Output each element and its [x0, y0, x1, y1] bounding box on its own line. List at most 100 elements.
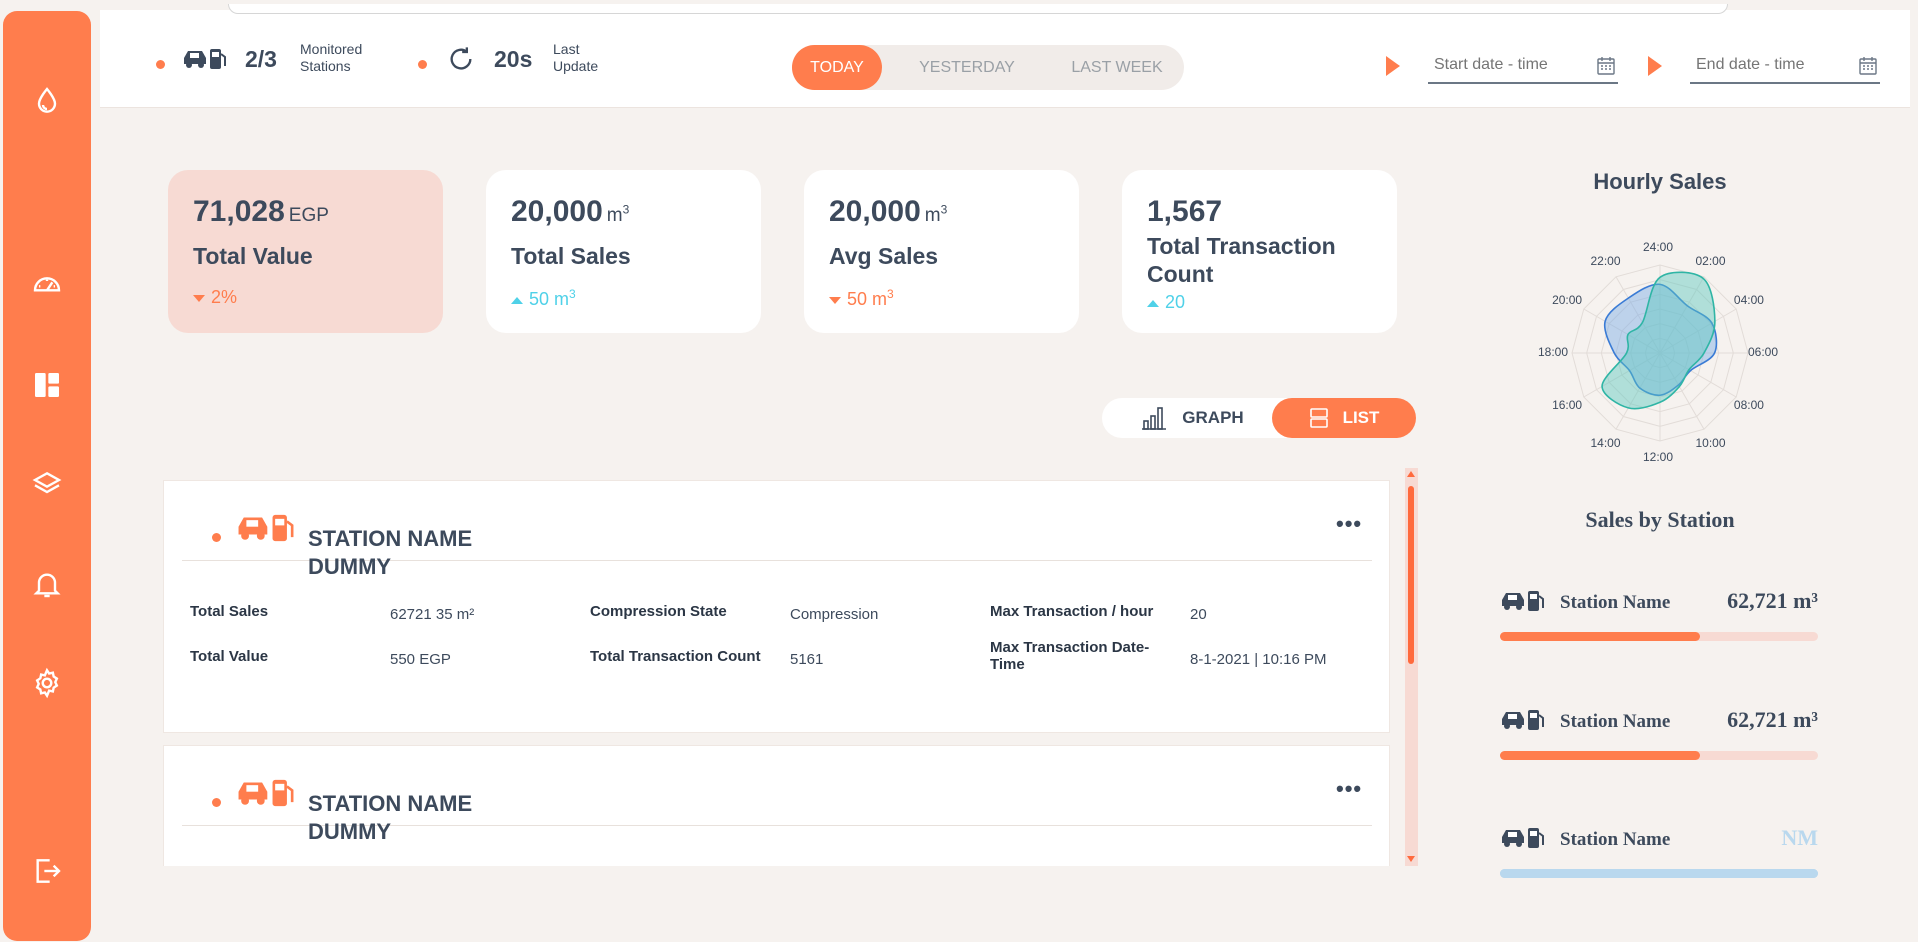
search-bar[interactable] — [228, 4, 1728, 14]
field-value: 62721 35 m² — [390, 606, 475, 623]
field-label: Max Transaction Date-Time — [990, 639, 1150, 673]
kpi-delta: 50 m3 — [829, 287, 894, 310]
status-dot — [212, 533, 221, 542]
field-value: 8-1-2021 | 10:16 PM — [1190, 651, 1327, 668]
radar-axis-label: 22:00 — [1590, 254, 1621, 269]
car-fuel-icon — [1502, 591, 1544, 611]
kpi-label: Total Transaction Count — [1147, 233, 1336, 287]
scroll-up-icon[interactable] — [1407, 471, 1415, 477]
layers-icon[interactable] — [29, 466, 65, 502]
radar-axis-label: 14:00 — [1590, 435, 1621, 450]
kpi-delta: 2% — [193, 287, 237, 308]
station-card[interactable]: STATION NAME DUMMY ••• Total Sales 62721… — [163, 480, 1390, 733]
update-label: Last Update — [553, 41, 599, 74]
field-value: 550 EGP — [390, 651, 451, 668]
monitored-value: 2/3 — [245, 46, 277, 72]
field-value: 20 — [1190, 606, 1207, 623]
kpi-card-avg-sales: 20,000 m3 Avg Sales 50 m3 — [804, 170, 1079, 333]
sales-by-station-title: Sales by Station — [1585, 507, 1735, 532]
tab-last-week[interactable]: LAST WEEK — [1052, 45, 1182, 90]
kpi-card-total-value: 71,028 EGP Total Value 2% — [168, 170, 443, 333]
list-button[interactable]: LIST — [1272, 398, 1416, 438]
station-sales-fill — [1500, 869, 1818, 878]
car-fuel-icon — [238, 514, 294, 542]
gauge-icon[interactable] — [29, 267, 65, 303]
radar-axis-label: 04:00 — [1733, 292, 1764, 307]
start-arrow-icon[interactable] — [1386, 56, 1400, 76]
station-sales-fill — [1500, 751, 1701, 760]
refresh-icon[interactable] — [447, 45, 475, 73]
monitored-label: Monitored Stations — [300, 41, 363, 74]
station-name: Station Name — [1560, 829, 1671, 850]
station-sales-row: Station Name NM — [1500, 821, 1818, 881]
start-date-input[interactable] — [1428, 50, 1588, 80]
station-list: STATION NAME DUMMY ••• Total Sales 62721… — [163, 480, 1417, 866]
car-fuel-icon — [184, 49, 226, 69]
kpi-value: 1,567 — [1147, 195, 1223, 228]
station-name: Station Name — [1560, 592, 1671, 613]
car-fuel-icon — [238, 779, 294, 807]
end-date-input[interactable] — [1690, 50, 1850, 80]
field-label: Total Transaction Count — [590, 648, 761, 665]
logout-icon[interactable] — [29, 853, 65, 889]
scroll-down-icon[interactable] — [1407, 856, 1415, 862]
field-value: 5161 — [790, 651, 824, 668]
station-sales-value: 62,721 m³ — [1727, 588, 1818, 613]
update-value: 20s — [494, 46, 533, 72]
kpi-label: Avg Sales — [829, 243, 939, 269]
list-scrollbar[interactable] — [1405, 468, 1418, 866]
calendar-icon[interactable] — [1858, 56, 1878, 76]
gear-icon[interactable] — [29, 665, 65, 701]
field-label: Total Value — [190, 648, 269, 665]
sidebar — [3, 11, 91, 941]
top-bar: 2/3 Monitored Stations 20s Last Update T… — [100, 4, 1910, 108]
hourly-sales-title: Hourly Sales — [1593, 169, 1727, 194]
radar-axis-label: 24:00 — [1643, 240, 1674, 254]
view-toggle: GRAPH LIST — [1102, 398, 1416, 438]
trend-down-icon — [193, 294, 205, 302]
trend-down-icon — [829, 296, 841, 304]
graph-button[interactable]: GRAPH — [1122, 398, 1262, 438]
kpi-delta: 20 — [1147, 292, 1185, 313]
radar-axis-label: 06:00 — [1748, 345, 1779, 359]
start-date-field[interactable] — [1428, 50, 1618, 84]
field-label: Compression State — [590, 603, 727, 620]
radar-axis-label: 16:00 — [1552, 397, 1583, 412]
dashboard-icon[interactable] — [29, 367, 65, 403]
more-options-icon[interactable]: ••• — [1336, 511, 1362, 537]
station-title: STATION NAME DUMMY — [308, 526, 473, 579]
list-label: LIST — [1342, 408, 1380, 427]
tab-today[interactable]: TODAY — [792, 45, 882, 90]
kpi-card-total-sales: 20,000 m3 Total Sales 50 m3 — [486, 170, 761, 333]
kpi-value: 71,028 EGP — [193, 195, 329, 228]
calendar-icon[interactable] — [1596, 56, 1616, 76]
radar-axis-label: 20:00 — [1552, 292, 1583, 307]
field-label: Max Transaction / hour — [990, 603, 1154, 620]
status-dot — [156, 60, 165, 69]
station-sales-bar — [1500, 632, 1818, 641]
radar-axis-label: 10:00 — [1695, 435, 1726, 450]
field-value: Compression — [790, 606, 879, 623]
kpi-label: Total Sales — [511, 243, 631, 269]
kpi-value: 20,000 m3 — [829, 195, 948, 228]
tab-yesterday[interactable]: YESTERDAY — [902, 45, 1032, 90]
car-fuel-icon — [1502, 710, 1544, 730]
end-arrow-icon[interactable] — [1648, 56, 1662, 76]
radar-axis-label: 02:00 — [1695, 254, 1726, 269]
station-sales-row: Station Name 62,721 m³ — [1500, 703, 1818, 763]
bar-chart-icon — [1142, 407, 1167, 430]
more-options-icon[interactable]: ••• — [1336, 776, 1362, 802]
station-card[interactable]: STATION NAME DUMMY ••• — [163, 745, 1390, 866]
station-sales-fill — [1500, 632, 1701, 641]
period-tabs: TODAY YESTERDAY LAST WEEK — [792, 45, 1184, 90]
kpi-delta: 50 m3 — [511, 287, 576, 310]
bell-icon[interactable] — [29, 566, 65, 602]
list-icon — [1309, 408, 1328, 428]
drop-icon[interactable] — [29, 83, 65, 119]
status-dot — [212, 798, 221, 807]
end-date-field[interactable] — [1690, 50, 1880, 84]
field-label: Total Sales — [190, 603, 269, 620]
scroll-thumb[interactable] — [1408, 486, 1414, 664]
kpi-label: Total Value — [193, 243, 313, 269]
station-name: Station Name — [1560, 711, 1671, 732]
